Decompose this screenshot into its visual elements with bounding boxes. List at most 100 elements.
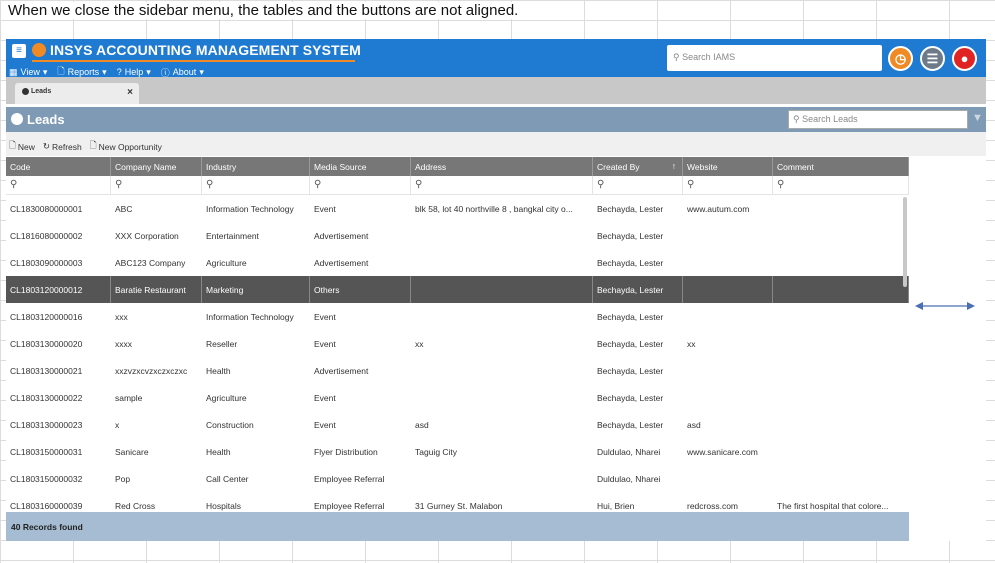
table-row[interactable]: CL1803130000023 x Construction Event asd Bech…	[6, 411, 909, 438]
column-header-comment[interactable]: Comment	[773, 157, 909, 176]
leads-table: Code Company Name Industry Media Source Addr…	[6, 157, 909, 512]
refresh-button[interactable]: ↻ Refresh	[43, 137, 82, 156]
table-row[interactable]: CL1803150000031 Sanicare Health Flyer Distr…	[6, 438, 909, 465]
column-header-code[interactable]: Code	[6, 157, 111, 176]
table-row[interactable]: CL1816080000002 XXX Corporation Entertainm…	[6, 222, 909, 249]
table-row[interactable]: CL1803160000039 Red Cross Hospitals Employe…	[6, 492, 909, 512]
leads-search-input[interactable]: ⚲ Search Leads	[788, 110, 968, 129]
table-row[interactable]: CL1803120000012 Baratie Restaurant Marketi…	[6, 276, 909, 303]
table-row[interactable]: CL1803120000016 xxx Information Technology…	[6, 303, 909, 330]
cell-comment	[773, 249, 909, 276]
toolbar: 🗋 New ↻ Refresh 🗋 New Opportunity	[6, 132, 986, 156]
table-row[interactable]: CL1803150000032 Pop Call Center Employee Re…	[6, 465, 909, 492]
cell-company-name: x	[115, 420, 120, 430]
cell-media-source: Employee Referral	[314, 501, 385, 511]
filter-media-source[interactable]: ⚲	[310, 176, 411, 195]
cell-code: CL1803150000031	[10, 447, 83, 457]
double-arrow-annotation	[915, 302, 975, 310]
cell-created-by: Bechayda, Lester	[597, 312, 664, 322]
cell-code: CL1803160000039	[10, 501, 83, 511]
global-search-input[interactable]: ⚲ Search IAMS	[667, 45, 882, 71]
cell-comment	[773, 384, 909, 411]
search-icon: ⚲	[687, 179, 695, 190]
cell-address: asd	[415, 420, 429, 430]
table-row[interactable]: CL1830080000001 ABC Information Technology…	[6, 195, 909, 222]
table-row[interactable]: CL1803130000020 xxxx Reseller Event xx Bechay…	[6, 330, 909, 357]
search-icon: ⚲	[597, 179, 605, 190]
chevron-down-icon: ▾	[102, 66, 107, 77]
filter-created-by[interactable]: ⚲	[593, 176, 683, 195]
cell-company-name: ABC123 Company	[115, 258, 186, 268]
cell-code: CL1803120000016	[10, 312, 83, 322]
cell-created-by: Hui, Brien	[597, 501, 635, 511]
cell-company-name: xxzvzxcvzxczxczxc	[115, 366, 188, 376]
sort-ascending-icon: ↑	[671, 161, 676, 171]
new-button[interactable]: 🗋 New	[9, 137, 35, 156]
cell-industry: Health	[206, 447, 231, 457]
cell-media-source: Event	[314, 204, 336, 214]
tab-bar: Leads ×	[6, 77, 986, 104]
cell-created-by: Bechayda, Lester	[597, 258, 664, 268]
list-icon[interactable]: ☰	[920, 46, 945, 71]
search-icon: ⚲	[314, 179, 322, 190]
filter-website[interactable]: ⚲	[683, 176, 773, 195]
column-header-address[interactable]: Address	[411, 157, 593, 176]
column-header-label: Code	[10, 162, 31, 172]
cell-code: CL1803130000020	[10, 339, 83, 349]
tab-leads[interactable]: Leads ×	[15, 83, 139, 104]
app-title: INSYS ACCOUNTING MANAGEMENT SYSTEM	[50, 42, 361, 58]
column-header-label: Industry	[206, 162, 237, 172]
filter-code[interactable]: ⚲	[6, 176, 111, 195]
cell-industry: Agriculture	[206, 393, 247, 403]
grid-icon: ▦	[9, 66, 18, 77]
close-icon[interactable]: ×	[127, 87, 133, 98]
filter-company-name[interactable]: ⚲	[111, 176, 202, 195]
cell-company-name: xxxx	[115, 339, 132, 349]
cell-industry: Marketing	[202, 276, 310, 303]
annotation-note: When we close the sidebar menu, the tabl…	[8, 2, 523, 19]
app-window: ≡ INSYS ACCOUNTING MANAGEMENT SYSTEM ▦ Vi…	[6, 39, 986, 541]
cell-address	[411, 357, 593, 384]
cell-website: xx	[687, 339, 696, 349]
cell-industry: Information Technology	[206, 204, 294, 214]
column-header-website[interactable]: Website	[683, 157, 773, 176]
column-header-label: Address	[415, 162, 447, 172]
filter-icon[interactable]: ▼	[972, 112, 983, 124]
new-opportunity-button[interactable]: 🗋 New Opportunity	[90, 137, 162, 156]
cell-comment	[773, 222, 909, 249]
filter-industry[interactable]: ⚲	[202, 176, 310, 195]
cell-code: CL1803130000021	[10, 366, 83, 376]
table-row[interactable]: CL1803090000003 ABC123 Company Agriculture…	[6, 249, 909, 276]
cell-address	[411, 465, 593, 492]
table-body: CL1830080000001 ABC Information Technology…	[6, 195, 909, 512]
cell-company-name: Baratie Restaurant	[111, 276, 202, 303]
document-icon: 🗋	[9, 139, 16, 150]
column-header-created-by[interactable]: Created By ↑	[593, 157, 683, 176]
table-row[interactable]: CL1803130000021 xxzvzxcvzxczxczxc Health Ad…	[6, 357, 909, 384]
cell-created-by: Bechayda, Lester	[597, 393, 664, 403]
column-header-company-name[interactable]: Company Name	[111, 157, 202, 176]
cell-industry: Information Technology	[206, 312, 294, 322]
clock-icon[interactable]: ◷	[888, 46, 913, 71]
cell-website: www.sanicare.com	[687, 447, 758, 457]
column-header-media-source[interactable]: Media Source	[310, 157, 411, 176]
cell-code: CL1803130000023	[10, 420, 83, 430]
cell-comment	[773, 303, 909, 330]
search-icon: ⚲	[793, 114, 800, 124]
cell-website	[683, 222, 773, 249]
search-icon: ⚲	[777, 179, 785, 190]
filter-comment[interactable]: ⚲	[773, 176, 909, 195]
cell-industry: Reseller	[206, 339, 238, 349]
cell-industry: Hospitals	[206, 501, 241, 511]
hamburger-menu-icon[interactable]: ≡	[12, 44, 26, 58]
user-icon[interactable]: ●	[952, 46, 977, 71]
table-row[interactable]: CL1803130000022 sample Agriculture Event Bec…	[6, 384, 909, 411]
vertical-scrollbar[interactable]	[903, 197, 907, 287]
cell-address: blk 58, lot 40 northville 8 , bangkal ci…	[415, 204, 573, 214]
chevron-down-icon: ▾	[146, 66, 151, 77]
filter-address[interactable]: ⚲	[411, 176, 593, 195]
cell-created-by: Duldulao, Nharei	[597, 474, 661, 484]
column-header-industry[interactable]: Industry	[202, 157, 310, 176]
cell-website: www.autum.com	[687, 204, 750, 214]
cell-industry: Call Center	[206, 474, 249, 484]
